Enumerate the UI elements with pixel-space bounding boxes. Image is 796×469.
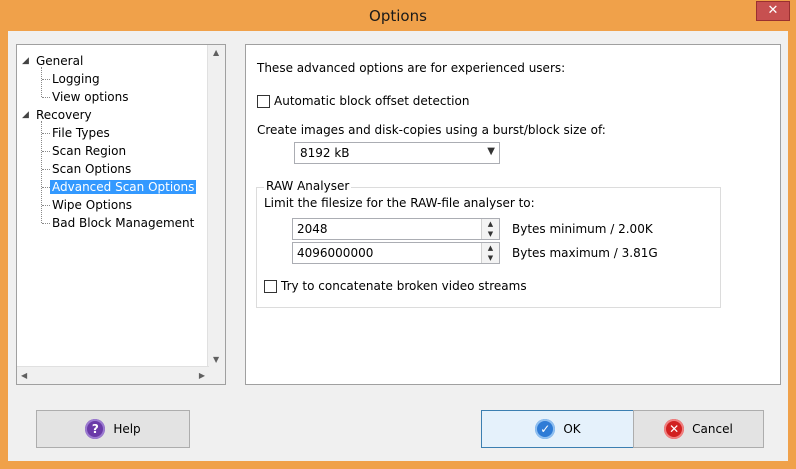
options-tree: ◢ General Logging View options ◢ Recover…: [16, 44, 226, 385]
expand-arrow-icon[interactable]: ◢: [22, 53, 29, 70]
tree-item-advanced-scan-options[interactable]: Advanced Scan Options: [50, 179, 197, 196]
ok-button[interactable]: ✓ OK: [481, 410, 635, 448]
title-bar: Options ✕: [0, 0, 796, 31]
tree-item-label: View options: [52, 90, 129, 104]
tree-item-logging[interactable]: Logging: [52, 71, 100, 88]
tree-item-label: Advanced Scan Options: [50, 180, 197, 194]
scroll-down-icon[interactable]: ▼: [213, 355, 219, 364]
max-size-spinner[interactable]: 4096000000 ▲ ▼: [292, 242, 500, 264]
ok-button-label: OK: [563, 422, 581, 436]
tree-item-label: File Types: [52, 126, 110, 140]
tree-item-label: Bad Block Management: [52, 216, 195, 230]
concat-video-checkbox[interactable]: [264, 280, 277, 293]
scrollbar-corner: [208, 367, 225, 384]
cancel-button-label: Cancel: [692, 422, 733, 436]
tree-item-scan-options[interactable]: Scan Options: [52, 161, 131, 178]
tree-item-wipe-options[interactable]: Wipe Options: [52, 197, 132, 214]
auto-offset-checkbox[interactable]: [257, 95, 270, 108]
tree-item-label: Scan Options: [52, 162, 132, 176]
close-icon: ✕: [767, 3, 779, 18]
scroll-left-icon[interactable]: ◀: [21, 371, 27, 380]
raw-analyser-title: RAW Analyser: [264, 179, 352, 193]
tree-item-file-types[interactable]: File Types: [52, 125, 110, 142]
tree-horizontal-scrollbar[interactable]: ◀ ▶: [17, 366, 209, 384]
scroll-right-icon[interactable]: ▶: [199, 371, 205, 380]
help-icon: ?: [85, 419, 106, 439]
tree-vertical-scrollbar[interactable]: ▲ ▼: [207, 45, 225, 367]
concat-video-label[interactable]: Try to concatenate broken video streams: [281, 279, 527, 293]
advanced-scan-options-panel: These advanced options are for experienc…: [245, 44, 781, 385]
cancel-button[interactable]: ✕ Cancel: [633, 410, 764, 448]
chevron-down-icon: ▼: [487, 146, 495, 157]
spin-down-icon[interactable]: ▼: [482, 229, 499, 239]
burst-size-label: Create images and disk-copies using a bu…: [257, 123, 606, 137]
options-window: Options ✕ ◢ General Logging View options…: [0, 0, 796, 469]
tree-item-general[interactable]: ◢ General: [22, 53, 83, 70]
intro-text: These advanced options are for experienc…: [257, 61, 566, 75]
min-size-label: Bytes minimum / 2.00K: [512, 222, 653, 236]
tree-item-label: Wipe Options: [52, 198, 133, 212]
max-size-value[interactable]: 4096000000: [297, 246, 373, 260]
scroll-up-icon[interactable]: ▲: [213, 48, 219, 57]
tree-item-bad-block-management[interactable]: Bad Block Management: [52, 215, 194, 232]
expand-arrow-icon[interactable]: ◢: [22, 107, 29, 124]
cancel-x-icon: ✕: [664, 419, 685, 439]
max-size-label: Bytes maximum / 3.81G: [512, 246, 658, 260]
dialog-client-area: ◢ General Logging View options ◢ Recover…: [8, 31, 788, 461]
ok-check-icon: ✓: [535, 419, 556, 439]
tree-item-label: Recovery: [36, 108, 92, 122]
tree-item-scan-region[interactable]: Scan Region: [52, 143, 126, 160]
spin-down-icon[interactable]: ▼: [482, 253, 499, 263]
tree-item-view-options[interactable]: View options: [52, 89, 129, 106]
tree-item-label: Logging: [52, 72, 100, 86]
auto-offset-label[interactable]: Automatic block offset detection: [274, 94, 469, 108]
burst-size-value: 8192 kB: [300, 146, 350, 160]
help-button[interactable]: ? Help: [36, 410, 190, 448]
min-size-spinner[interactable]: 2048 ▲ ▼: [292, 218, 500, 240]
tree-item-label: General: [36, 54, 84, 68]
window-title: Options: [369, 7, 427, 25]
tree-item-recovery[interactable]: ◢ Recovery: [22, 107, 92, 124]
tree-item-label: Scan Region: [52, 144, 127, 158]
raw-limit-label: Limit the filesize for the RAW-file anal…: [264, 196, 535, 210]
help-button-label: Help: [113, 422, 141, 436]
burst-size-select[interactable]: 8192 kB ▼: [294, 142, 500, 164]
min-size-value[interactable]: 2048: [297, 222, 328, 236]
close-button[interactable]: ✕: [756, 1, 790, 21]
